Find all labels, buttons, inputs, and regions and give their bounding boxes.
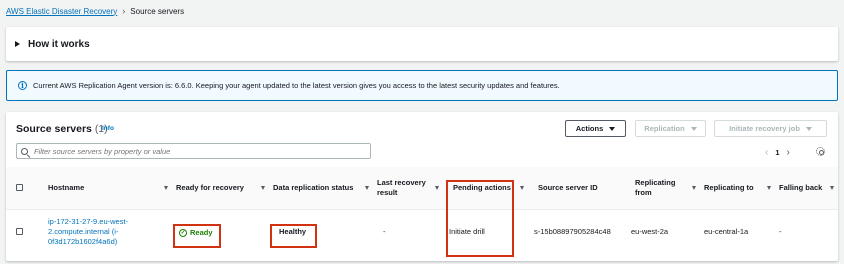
panel-title: Source servers (1) <box>16 123 108 135</box>
how-it-works-title: How it works <box>28 38 90 50</box>
pagination: ‹ 1 › <box>765 146 790 158</box>
initiate-recovery-job-button[interactable]: Initiate recovery job <box>714 120 827 137</box>
col-label: Data replication status <box>273 183 354 193</box>
row-select-cell <box>6 209 38 254</box>
col-last-result[interactable]: Last recovery result <box>373 167 443 210</box>
pending-action: Initiate drill <box>449 227 485 237</box>
last-result-cell: - <box>373 209 443 254</box>
page: AWS Elastic Disaster Recovery › Source s… <box>0 0 844 264</box>
col-replicating-from[interactable]: Replicating from <box>625 167 700 210</box>
sort-icon <box>365 185 369 190</box>
alert-text: Current AWS Replication Agent version is… <box>33 81 560 90</box>
chevron-left-icon[interactable]: ‹ <box>765 147 768 158</box>
sort-icon <box>435 185 439 190</box>
sort-icon <box>164 185 168 190</box>
col-server-id[interactable]: Source server ID <box>528 167 625 210</box>
col-label: Ready for recovery <box>176 183 244 193</box>
col-ready[interactable]: Ready for recovery <box>172 167 269 210</box>
replication-status: Healthy <box>279 227 307 237</box>
server-id: s-15b08897905284c48 <box>534 226 611 236</box>
replicating-from-cell: eu-west-2a <box>625 209 700 254</box>
table-header-row: Hostname Ready for recovery Data replica… <box>6 167 838 210</box>
actions-label: Actions <box>575 124 604 133</box>
server-id-cell: s-15b08897905284c48 <box>528 209 625 254</box>
search-input[interactable] <box>34 146 364 156</box>
col-label: Hostname <box>48 183 85 193</box>
col-label: Source server ID <box>538 183 598 193</box>
col-label: Replicating from <box>635 177 676 197</box>
info-link[interactable]: Info <box>102 125 114 132</box>
col-label: Falling back <box>779 182 823 192</box>
source-servers-panel: Source servers (1) Info Actions Replicat… <box>6 112 838 261</box>
sort-icon <box>520 185 524 190</box>
caret-right-icon <box>15 41 20 47</box>
check-circle-icon: ✓ <box>179 228 187 237</box>
ready-status: ✓ Ready <box>179 228 213 237</box>
row-checkbox[interactable] <box>16 228 23 236</box>
pending-actions-cell: Initiate drill <box>443 209 528 254</box>
how-it-works-expander[interactable]: How it works <box>6 27 838 61</box>
info-icon: i <box>18 81 27 90</box>
col-replicating-to[interactable]: Replicating to <box>700 167 775 210</box>
initiate-label: Initiate recovery job <box>729 124 800 133</box>
col-label: Pending actions <box>453 183 511 193</box>
page-number[interactable]: 1 <box>775 148 779 157</box>
replication-status-cell: Healthy <box>269 209 373 254</box>
replicating-to: eu-central-1a <box>704 227 749 237</box>
breadcrumb-link-drs[interactable]: AWS Elastic Disaster Recovery <box>6 7 117 16</box>
replicating-to-cell: eu-central-1a <box>700 209 775 254</box>
search-icon <box>21 147 28 155</box>
caret-down-icon <box>690 126 697 131</box>
col-hostname[interactable]: Hostname <box>38 167 172 210</box>
col-label: Replicating to <box>704 182 754 192</box>
info-alert: i Current AWS Replication Agent version … <box>6 70 838 101</box>
hostname-cell: ip-172-31-27-9.eu-west-2.compute.interna… <box>38 209 172 254</box>
ready-cell: ✓ Ready <box>172 209 269 254</box>
replicating-from: eu-west-2a <box>631 227 669 237</box>
source-servers-table: Hostname Ready for recovery Data replica… <box>6 167 838 254</box>
actions-button[interactable]: Actions <box>565 120 626 137</box>
falling-back: - <box>779 227 782 237</box>
breadcrumb: AWS Elastic Disaster Recovery › Source s… <box>6 4 184 18</box>
panel-title-text: Source servers <box>16 123 92 135</box>
col-replication-status[interactable]: Data replication status <box>269 167 373 210</box>
sort-icon <box>767 185 771 190</box>
search-field[interactable] <box>16 143 371 159</box>
select-all-header <box>6 167 38 210</box>
chevron-right-icon[interactable]: › <box>787 147 790 158</box>
hostname-link[interactable]: ip-172-31-27-9.eu-west-2.compute.interna… <box>48 217 128 246</box>
chevron-right-icon: › <box>122 6 126 16</box>
replication-button[interactable]: Replication <box>635 120 706 137</box>
col-falling-back[interactable]: Falling back <box>775 167 838 210</box>
ready-label: Ready <box>190 228 213 237</box>
col-label: Last recovery result <box>377 177 426 197</box>
caret-down-icon <box>805 126 812 131</box>
col-pending-actions[interactable]: Pending actions <box>443 167 528 210</box>
breadcrumb-current: Source servers <box>130 6 185 16</box>
replication-label: Replication <box>644 124 685 133</box>
gear-icon[interactable] <box>816 147 825 156</box>
last-result: - <box>383 227 386 237</box>
table-row[interactable]: ip-172-31-27-9.eu-west-2.compute.interna… <box>6 209 838 254</box>
select-all-checkbox[interactable] <box>16 184 23 192</box>
caret-down-icon <box>609 126 616 131</box>
sort-icon <box>830 185 834 190</box>
sort-icon <box>692 185 696 190</box>
falling-back-cell: - <box>775 209 838 254</box>
sort-icon <box>261 185 265 190</box>
